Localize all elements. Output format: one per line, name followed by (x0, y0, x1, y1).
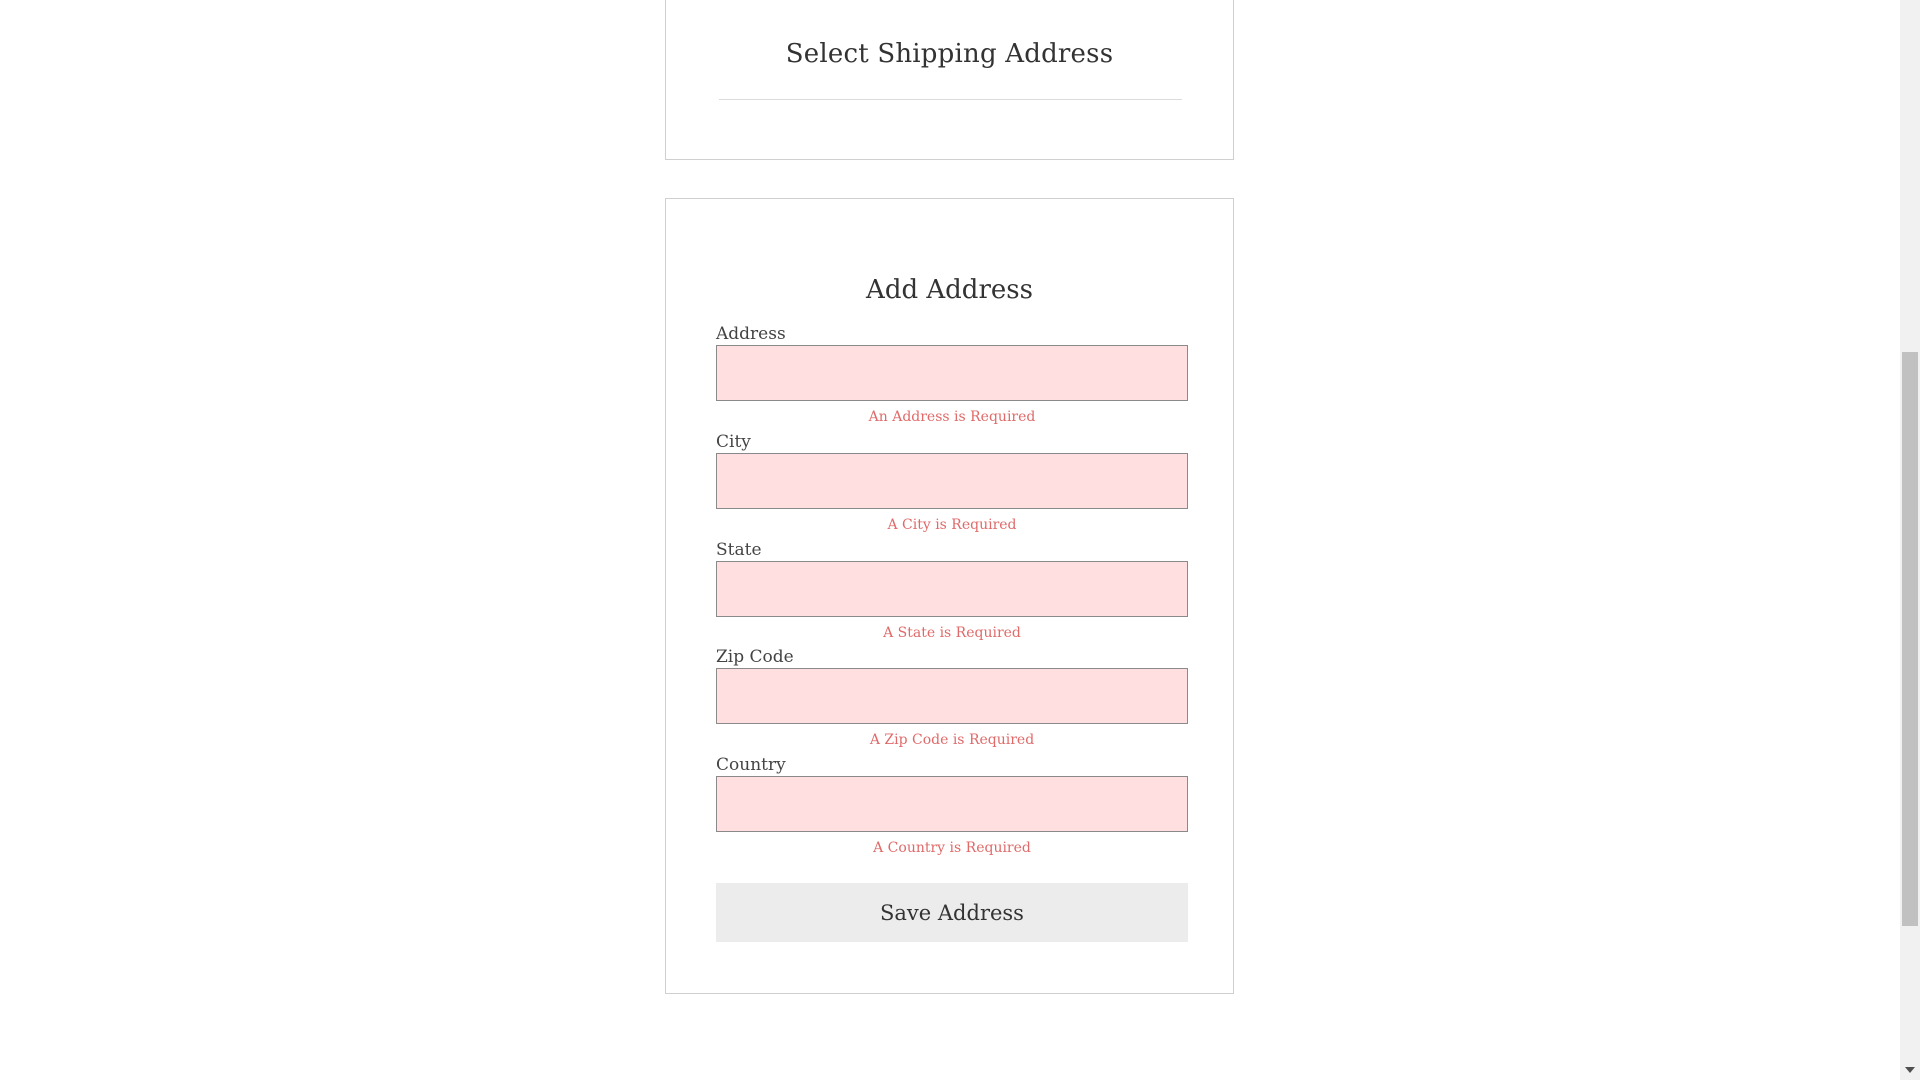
select-shipping-address-card: Select Shipping Address (665, 0, 1234, 160)
address-error: An Address is Required (868, 409, 1036, 425)
address-input[interactable] (716, 345, 1188, 401)
scrollbar-thumb[interactable] (1902, 352, 1918, 926)
select-shipping-address-title: Select Shipping Address (785, 39, 1114, 69)
zip-code-input[interactable] (716, 668, 1188, 724)
zip-code-error: A Zip Code is Required (869, 732, 1035, 748)
state-input[interactable] (716, 561, 1188, 617)
country-error: A Country is Required (873, 840, 1031, 856)
state-error: A State is Required (883, 625, 1021, 641)
vertical-scrollbar[interactable] (1900, 0, 1920, 1080)
state-label: State (716, 540, 762, 560)
city-label: City (716, 432, 751, 452)
divider (719, 99, 1182, 100)
save-address-button[interactable]: Save Address (716, 883, 1188, 942)
country-label: Country (716, 755, 786, 775)
state-field-group: State A State is Required (716, 539, 1188, 642)
city-input[interactable] (716, 453, 1188, 509)
country-field-group: Country A Country is Required (716, 754, 1188, 857)
page: Select Shipping Address Add Address Addr… (0, 0, 1920, 1080)
zip-code-label: Zip Code (716, 647, 794, 667)
add-address-title: Add Address (866, 275, 1033, 305)
address-label: Address (716, 324, 786, 344)
city-field-group: City A City is Required (716, 431, 1188, 534)
city-error: A City is Required (887, 517, 1017, 533)
zip-code-field-group: Zip Code A Zip Code is Required (716, 646, 1188, 749)
chevron-down-icon[interactable] (1900, 1060, 1920, 1080)
add-address-card: Add Address Address An Address is Requir… (665, 198, 1234, 994)
country-input[interactable] (716, 776, 1188, 832)
address-field-group: Address An Address is Required (716, 323, 1188, 426)
